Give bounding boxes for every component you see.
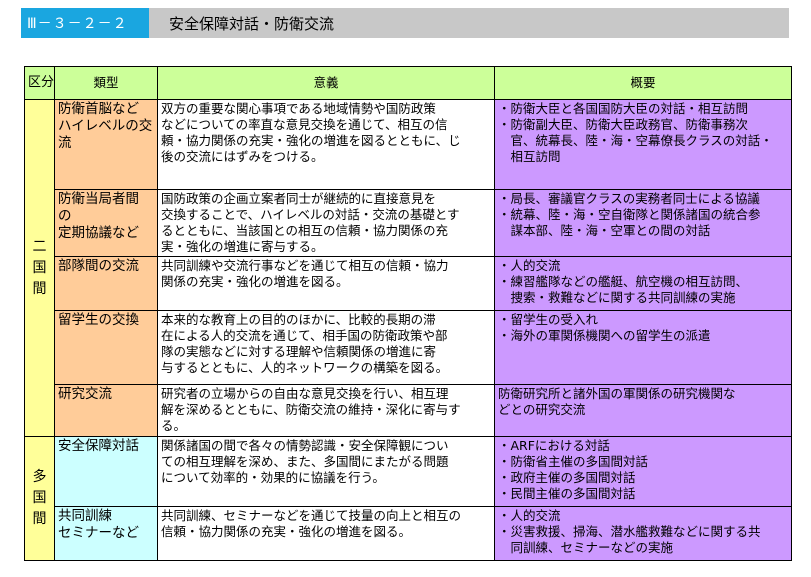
igi-cell-line: 後の交流にはずみをつける。	[161, 149, 324, 164]
ruikei-cell-line: 流	[58, 135, 72, 151]
igi-cell-line: などについての率直な意見交換を通じて、相互の信	[161, 117, 448, 132]
gaiyo-cell-line: ・災害救援、掃海、潜水艦救難などに関する共	[498, 524, 761, 539]
gaiyo-cell: ・留学生の受入れ ・海外の軍関係機関への留学生の派遣	[494, 310, 792, 385]
gaiyo-cell-line: ・ARFにおける対話	[498, 438, 610, 453]
igi-cell-line: るとともに、当該国との相互の信頼・協力関係の充	[161, 223, 449, 238]
ruikei-cell: 部隊間の交流	[54, 256, 158, 311]
igi-cell-line: 共同訓練、セミナーなどを通じて技量の向上と相互の	[161, 508, 462, 523]
ruikei-cell-line: 安全保障対話	[58, 438, 139, 454]
kubun-cell: 二国間	[24, 99, 55, 437]
table-row: 防衛当局者間の定期協議など 国防政策の企画立案者同士が継続的に直接意見を 交換するこ…	[25, 189, 792, 257]
figure-title: 安全保障対話・防衛交流	[169, 14, 335, 33]
gaiyo-cell-line: ・防衛副大臣、防衛大臣政務官、防衛事務次	[498, 117, 749, 132]
ruikei-cell-line: 留学生の交換	[58, 312, 139, 328]
igi-cell-line: 双方の重要な関心事項である地域情勢や国防政策	[161, 101, 436, 116]
table-row: 部隊間の交流 共同訓練や交流行事などを通じて相互の信頼・協力 関係の充実・強化の増進…	[25, 256, 792, 311]
gaiyo-cell: 防衛研究所と諸外国の軍関係の研究機関な どとの研究交流	[494, 384, 792, 437]
gaiyo-cell-line: ・防衛大臣と各国国防大臣の対話・相互訪問	[498, 101, 749, 116]
header-kubun-label: 区分	[28, 75, 55, 90]
table-header-row: 区分 類型 意義 概要	[24, 66, 792, 100]
gaiyo-cell: ・防衛大臣と各国国防大臣の対話・相互訪問 ・防衛副大臣、防衛大臣政務官、防衛事務次…	[494, 99, 792, 190]
igi-cell-line: 解を深めるとともに、防衛交流の維持・深化に寄与す	[161, 402, 461, 417]
header-kubun: 区分	[24, 66, 55, 100]
gaiyo-cell-line: ・人的交流	[498, 258, 561, 273]
header-igi: 意義	[157, 66, 495, 100]
table-row: 多国間 安全保障対話 関係諸国の間で各々の情勢認識・安全保障観につい ての相互理解を深…	[24, 436, 792, 561]
figure-number: Ⅲ－３－２－２	[21, 8, 149, 38]
igi-cell: 関係諸国の間で各々の情勢認識・安全保障観につい ての相互理解を深め、また、多国間に…	[157, 436, 495, 507]
igi-cell-line: について効率的・効果的に協議を行う。	[161, 470, 385, 485]
gaiyo-cell-line: 捜索・救難などに関する共同訓練の実施	[498, 290, 736, 305]
igi-cell-line: 与するとともに、人的ネットワークの構築を図る。	[161, 360, 449, 375]
igi-cell-line: 在による人的交流を通じて、相手国の防衛政策や部	[161, 328, 448, 343]
igi-cell-line: 関係諸国の間で各々の情勢認識・安全保障観につい	[161, 438, 449, 453]
table-row: 共同訓練 セミナーなど 共同訓練、セミナーなどを通じて技量の向上と相互の 信頼・協力関…	[25, 506, 792, 561]
exchange-table: 区分 類型 意義 概要 二国間 防衛首脳など ハイレベルの交流双方の重要な関心事項で…	[24, 66, 792, 561]
gaiyo-cell: ・局長、審議官クラスの実務者同士による協議 ・統幕、陸・海・空自衛隊と関係諸国の統…	[494, 189, 792, 257]
igi-cell: 研究者の立場からの自由な意見交換を行い、相互理 解を深めるとともに、防衛交流の維持…	[157, 384, 495, 437]
ruikei-cell-line: 防衛首脳など	[58, 101, 139, 117]
igi-cell-line: ての相互理解を深め、また、多国間にまたがる問題	[161, 454, 449, 469]
ruikei-cell: 留学生の交換	[54, 310, 158, 385]
gaiyo-cell-line: どとの研究交流	[498, 402, 586, 417]
ruikei-cell: 共同訓練 セミナーなど	[54, 506, 158, 561]
gaiyo-cell-line: 防衛研究所と諸外国の軍関係の研究機関な	[498, 386, 736, 401]
ruikei-cell-line: 共同訓練	[58, 508, 112, 524]
igi-cell-line: 研究者の立場からの自由な意見交換を行い、相互理	[161, 386, 449, 401]
igi-cell-line: 実・強化の増進に寄与する。	[161, 239, 324, 254]
ruikei-cell-line: 防衛当局者間	[58, 191, 139, 207]
igi-cell-line: 共同訓練や交流行事などを通じて相互の信頼・協力	[161, 258, 449, 273]
gaiyo-cell-line: ・政府主催の多国間対話	[498, 470, 636, 485]
gaiyo-cell-line: 同訓練、セミナーなどの実施	[498, 540, 674, 555]
gaiyo-cell-line: ・民間主催の多国間対話	[498, 486, 636, 501]
table-row: 二国間 防衛首脳など ハイレベルの交流双方の重要な関心事項である地域情勢や国防政策な…	[24, 99, 792, 437]
gaiyo-cell-line: ・統幕、陸・海・空自衛隊と関係諸国の統合参	[498, 207, 761, 222]
gaiyo-cell: ・人的交流 ・練習艦隊などの艦艇、航空機の相互訪問、 捜索・救難などに関する共同訓…	[494, 256, 792, 311]
gaiyo-cell-line: 謀本部、陸・海・空軍との間の対話	[498, 223, 711, 238]
ruikei-cell: 安全保障対話	[54, 436, 158, 507]
igi-cell: 国防政策の企画立案者同士が継続的に直接意見を 交換することで、ハイレベルの対話・交…	[157, 189, 495, 257]
kubun-label: 二国間	[32, 238, 47, 297]
igi-cell-line: 本来的な教育上の目的のほかに、比較的長期の滞	[161, 312, 436, 327]
ruikei-cell-line: 部隊間の交流	[58, 258, 139, 274]
gaiyo-cell: ・ARFにおける対話 ・防衛省主催の多国間対話 ・政府主催の多国間対話 ・民間主催の多…	[494, 436, 792, 507]
ruikei-cell-line: の	[58, 208, 72, 224]
gaiyo-cell-line: ・留学生の受入れ	[498, 312, 599, 327]
igi-cell-line: 関係の充実・強化の増進を図る。	[161, 274, 349, 289]
gaiyo-cell-line: 相互訪問	[498, 149, 561, 164]
gaiyo-cell-line: 官、統幕長、陸・海・空幕僚長クラスの対話・	[498, 133, 773, 148]
gaiyo-cell-line: ・海外の軍関係機関への留学生の派遣	[498, 328, 711, 343]
header-gaiyo: 概要	[494, 66, 792, 100]
ruikei-cell-line: ハイレベルの交	[58, 118, 153, 134]
gaiyo-cell-line: ・練習艦隊などの艦艇、航空機の相互訪問、	[498, 274, 749, 289]
igi-cell-line: 頼・協力関係の充実・強化の増進を図るとともに、じ	[161, 133, 461, 148]
ruikei-cell: 研究交流	[54, 384, 158, 437]
table-row: 留学生の交換 本来的な教育上の目的のほかに、比較的長期の滞 在による人的交流を通じて…	[25, 310, 792, 385]
ruikei-cell: 防衛首脳など ハイレベルの交流	[54, 99, 158, 190]
header-ruikei: 類型	[54, 66, 158, 100]
ruikei-cell-line: セミナーなど	[58, 525, 139, 541]
igi-cell: 共同訓練、セミナーなどを通じて技量の向上と相互の 信頼・協力関係の充実・強化の増進…	[157, 506, 495, 561]
ruikei-cell-line: 研究交流	[58, 386, 112, 402]
igi-cell-line: 交換することで、ハイレベルの対話・交流の基礎とす	[161, 207, 460, 222]
gaiyo-cell-line: ・局長、審議官クラスの実務者同士による協議	[498, 191, 760, 206]
igi-cell-line: 信頼・協力関係の充実・強化の増進を図る。	[161, 524, 412, 539]
table-row: 研究交流 研究者の立場からの自由な意見交換を行い、相互理 解を深めるとともに、防衛交…	[25, 384, 792, 437]
gaiyo-cell-line: ・防衛省主催の多国間対話	[498, 454, 649, 469]
gaiyo-cell: ・人的交流 ・災害救援、掃海、潜水艦救難などに関する共 同訓練、セミナーなどの実施	[494, 506, 792, 561]
kubun-label: 多国間	[32, 469, 47, 527]
kubun-cell: 多国間	[24, 436, 55, 561]
title-bar: Ⅲ－３－２－２ 安全保障対話・防衛交流	[21, 8, 789, 38]
igi-cell-line: 国防政策の企画立案者同士が継続的に直接意見を	[161, 191, 437, 206]
igi-cell-line: る。	[161, 418, 187, 433]
igi-cell: 双方の重要な関心事項である地域情勢や国防政策 などについての率直な意見交換を通じて…	[157, 99, 495, 190]
gaiyo-cell-line: ・人的交流	[498, 508, 561, 523]
igi-cell-line: 隊の実態などに対する理解や信頼関係の増進に寄	[161, 344, 437, 359]
ruikei-cell-line: 定期協議など	[58, 225, 139, 241]
igi-cell: 本来的な教育上の目的のほかに、比較的長期の滞 在による人的交流を通じて、相手国の防…	[157, 310, 495, 385]
igi-cell: 共同訓練や交流行事などを通じて相互の信頼・協力 関係の充実・強化の増進を図る。	[157, 256, 495, 311]
ruikei-cell: 防衛当局者間の定期協議など	[54, 189, 158, 257]
